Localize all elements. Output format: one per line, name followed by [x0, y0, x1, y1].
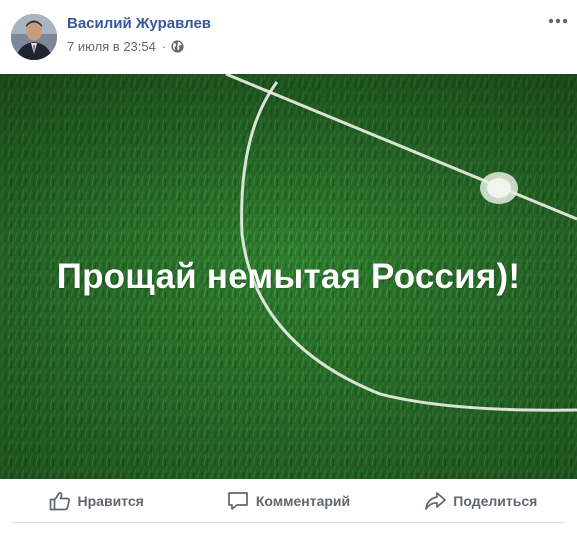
- share-label: Поделиться: [453, 493, 538, 509]
- comment-button[interactable]: Комментарий: [192, 479, 384, 523]
- comment-label: Комментарий: [255, 493, 351, 509]
- like-button[interactable]: Нравится: [0, 479, 192, 523]
- image-caption: Прощай немытая Россия)!: [56, 257, 521, 296]
- more-options-icon[interactable]: [547, 14, 569, 28]
- post-actions: Нравится Комментарий Поделиться: [0, 479, 577, 523]
- post-image[interactable]: Прощай немытая Россия)!: [0, 74, 577, 479]
- comment-icon: [227, 492, 248, 510]
- avatar-image: [11, 14, 57, 60]
- thumbs-up-icon: [49, 492, 70, 511]
- actions-divider: [12, 522, 565, 523]
- globe-icon[interactable]: [171, 40, 184, 53]
- avatar[interactable]: [11, 14, 57, 60]
- post-meta: 7 июля в 23:54 ·: [67, 39, 184, 54]
- facebook-post: Василий Журавлев 7 июля в 23:54 · Прощай…: [0, 0, 577, 534]
- meta-separator: ·: [161, 39, 167, 54]
- share-button[interactable]: Поделиться: [385, 479, 577, 523]
- author-name[interactable]: Василий Журавлев: [67, 15, 211, 32]
- like-label: Нравится: [77, 493, 144, 509]
- post-header: Василий Журавлев 7 июля в 23:54 ·: [0, 0, 577, 74]
- share-icon: [425, 492, 447, 510]
- post-date[interactable]: 7 июля в 23:54: [67, 39, 156, 54]
